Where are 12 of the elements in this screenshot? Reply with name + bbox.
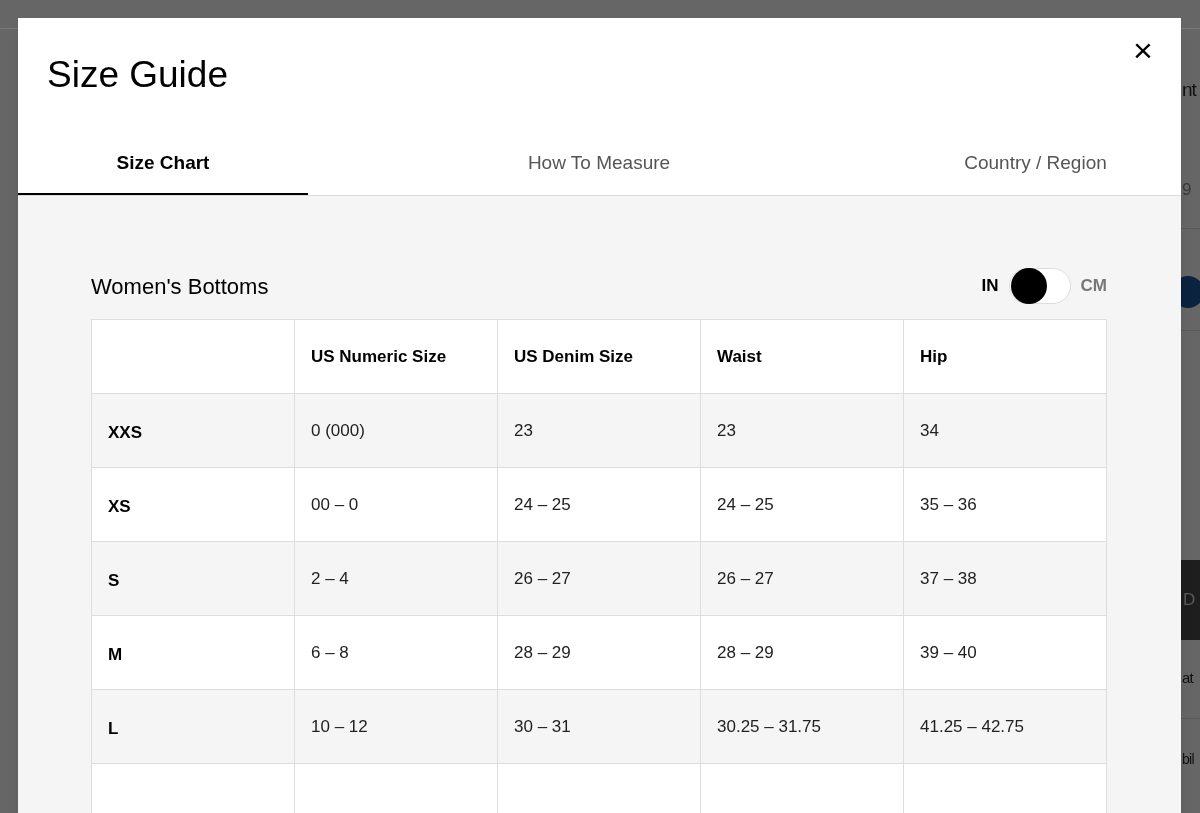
backdrop-text: nt (1182, 80, 1196, 99)
section-title: Women's Bottoms (91, 272, 269, 301)
unit-label: CM (1080, 275, 1107, 298)
close-button[interactable]: × (1127, 34, 1159, 66)
toggle-knob (1010, 268, 1047, 304)
tab[interactable]: Country / Region (890, 133, 1181, 195)
tab[interactable]: How To Measure (308, 133, 890, 195)
backdrop-text: at (1182, 670, 1193, 685)
unit-label: IN (981, 275, 999, 298)
backdrop-text: bil (1182, 752, 1194, 766)
unit-toggle[interactable] (1008, 268, 1071, 304)
dialog-title: Size Guide (47, 54, 228, 96)
